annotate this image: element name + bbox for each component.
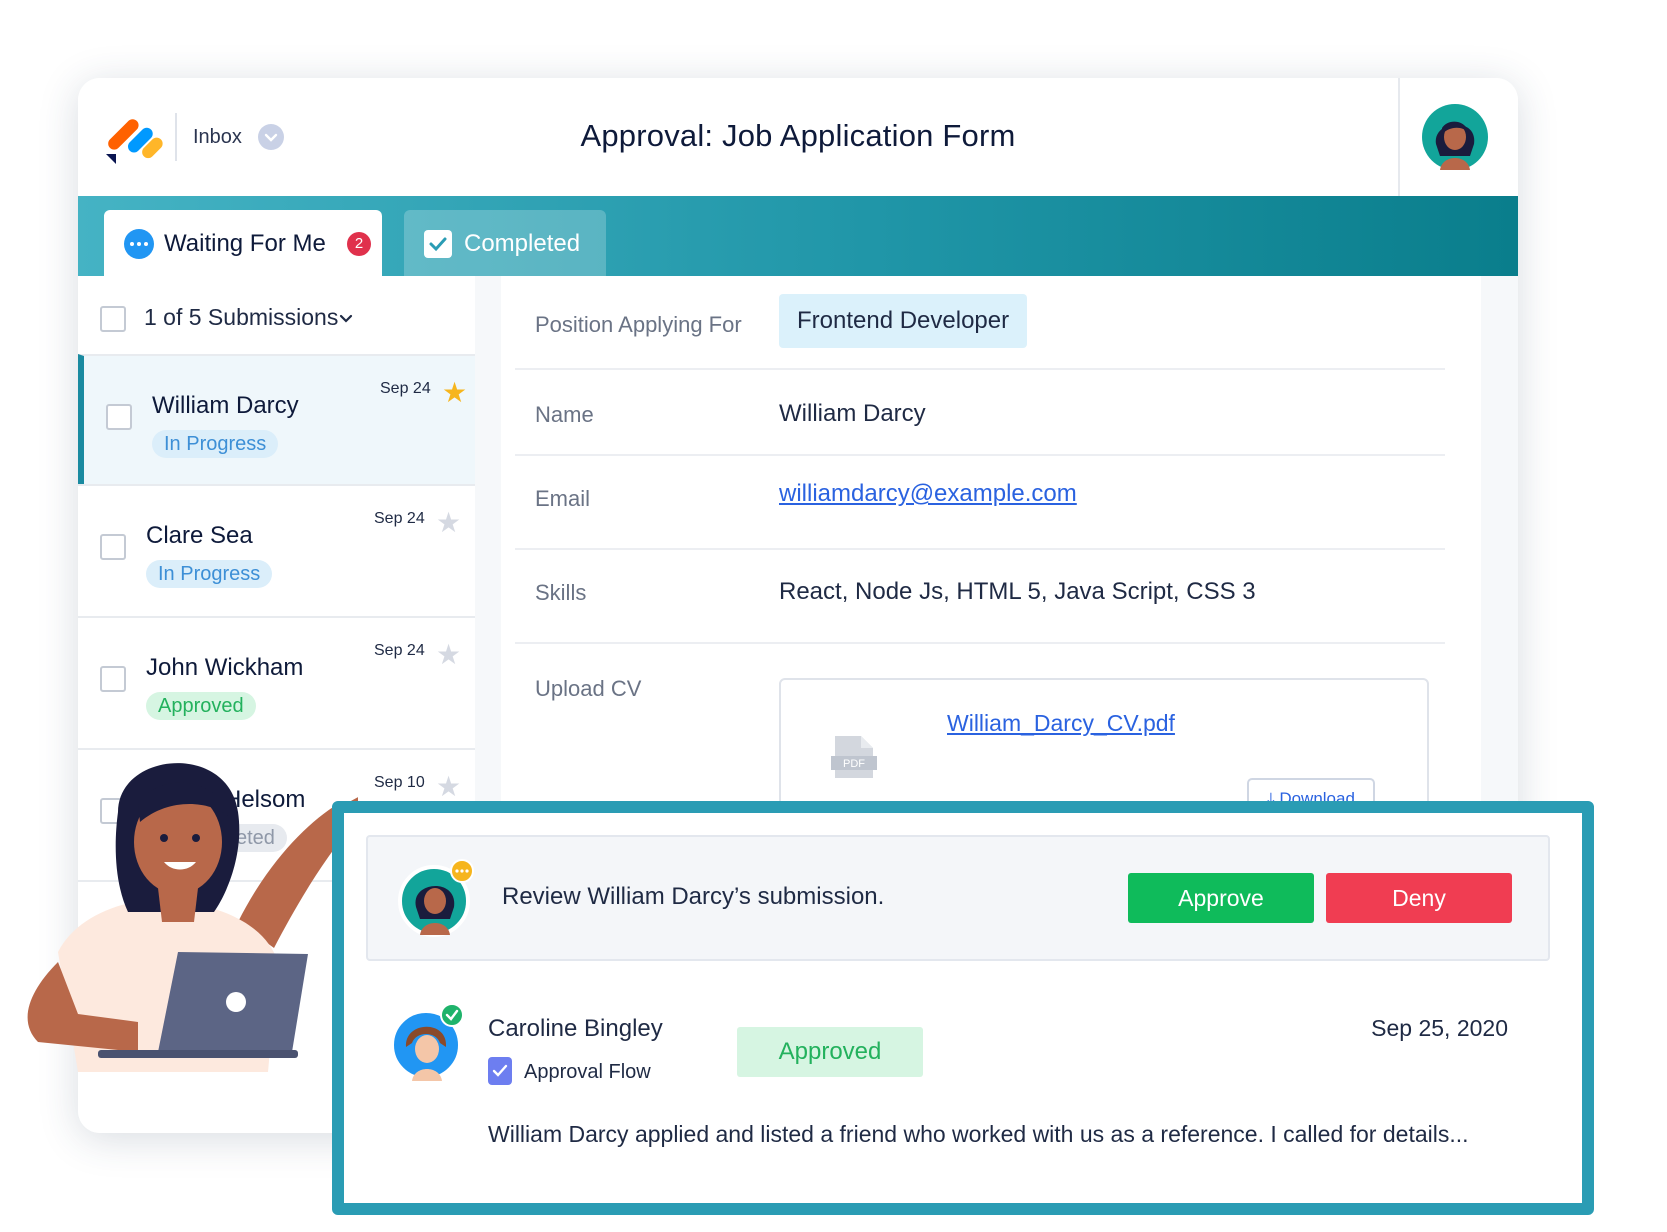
submission-date: Sep 10 (374, 774, 425, 791)
tab-label: Waiting For Me (164, 230, 326, 257)
star-icon[interactable]: ★ (442, 376, 467, 409)
status-badge: In Progress (146, 560, 273, 588)
submission-date: Sep 24 (374, 510, 425, 527)
applicant-name: William Darcy (152, 392, 299, 419)
list-item[interactable]: John Wickham Sep 24 ★ Approved (78, 616, 475, 748)
dots-icon (124, 229, 154, 259)
cv-file-link[interactable]: William_Darcy_CV.pdf (947, 710, 1175, 737)
email-link[interactable]: williamdarcy@example.com (779, 480, 1077, 508)
approval-flow-label[interactable]: Approval Flow (524, 1061, 651, 1084)
skills-value: React, Node Js, HTML 5, Java Script, CSS… (779, 578, 1256, 605)
submission-date: Sep 24 (380, 380, 431, 397)
chevron-down-icon[interactable] (338, 310, 354, 326)
tab-label: Completed (464, 230, 581, 257)
position-value: Frontend Developer (779, 294, 1028, 348)
divider (515, 548, 1445, 550)
top-bar: Inbox Approval: Job Application Form (78, 78, 1518, 196)
pdf-icon-text: PDF (843, 758, 865, 770)
pdf-icon: PDF (831, 736, 877, 778)
submission-count: 1 of 5 Submissions (144, 304, 339, 330)
reviewer-avatar (398, 859, 474, 937)
review-panel: Review William Darcy’s submission. Appro… (332, 801, 1594, 1215)
row-checkbox[interactable] (100, 534, 126, 560)
approval-flow-icon (488, 1057, 512, 1085)
name-value: William Darcy (779, 400, 926, 427)
divider (515, 642, 1445, 644)
approval-date: Sep 25, 2020 (1371, 1015, 1508, 1041)
applicant-name: Clare Sea (146, 522, 253, 549)
user-avatar[interactable] (1422, 104, 1488, 170)
divider (515, 368, 1445, 370)
position-label: Position Applying For (535, 312, 742, 337)
verified-check-icon (440, 1003, 464, 1027)
star-icon[interactable]: ★ (436, 506, 461, 539)
tab-completed[interactable]: Completed (404, 210, 606, 276)
approval-comment: William Darcy applied and listed a frien… (488, 1121, 1469, 1147)
presenter-illustration (27, 763, 358, 1072)
status-badge: Approved (737, 1027, 923, 1077)
approver-avatar (390, 1003, 464, 1081)
divider (515, 454, 1445, 456)
skills-label: Skills (535, 580, 587, 605)
review-prompt: Review William Darcy’s submission. Appro… (366, 835, 1550, 961)
email-label: Email (535, 486, 591, 511)
tab-waiting-for-me[interactable]: Waiting For Me 2 (104, 210, 382, 276)
status-badge: In Progress (152, 430, 279, 458)
approve-button[interactable]: Approve (1128, 873, 1314, 923)
approver-name: Caroline Bingley (488, 1015, 663, 1042)
deny-button[interactable]: Deny (1326, 873, 1512, 923)
status-badge: Approved (146, 692, 256, 720)
tab-bar: Waiting For Me 2 Completed (78, 196, 1518, 276)
review-message: Review William Darcy’s submission. (502, 883, 885, 910)
submission-date: Sep 24 (374, 642, 425, 659)
list-item[interactable]: Clare Sea Sep 24 ★ In Progress (78, 484, 475, 616)
applicant-name: John Wickham (146, 654, 304, 681)
check-icon (424, 230, 452, 258)
star-icon[interactable]: ★ (436, 638, 461, 671)
row-checkbox[interactable] (100, 666, 126, 692)
star-icon[interactable]: ★ (436, 770, 461, 803)
name-label: Name (535, 402, 594, 427)
page-title: Approval: Job Application Form (580, 118, 1016, 153)
select-all-checkbox[interactable] (100, 306, 126, 332)
avatar-divider (1398, 78, 1400, 196)
list-item[interactable]: William Darcy Sep 24 ★ In Progress (78, 354, 475, 486)
cv-label: Upload CV (535, 676, 642, 701)
row-checkbox[interactable] (106, 404, 132, 430)
count-badge: 2 (347, 232, 371, 256)
